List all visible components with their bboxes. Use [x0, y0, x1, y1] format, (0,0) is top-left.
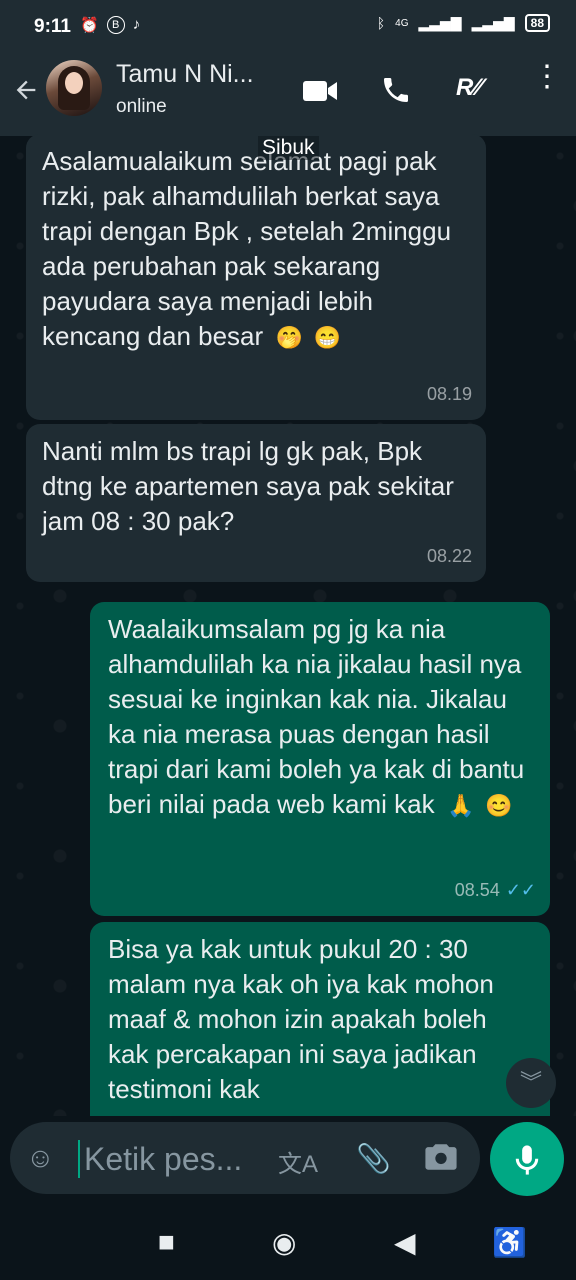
status-system-icons: ᛒ 4G ▂▃▅▇ ▂▃▅▇ 88 — [377, 14, 550, 32]
translate-icon[interactable]: 文A — [278, 1144, 318, 1179]
contact-status: online — [116, 96, 167, 117]
signal-icon: ▂▃▅▇ — [418, 14, 462, 31]
message-time: 08.54 — [454, 880, 500, 900]
message-time-status: 08.54 ✓✓ — [455, 873, 536, 908]
chevron-down-icon: ︾ — [519, 1070, 542, 1095]
contact-name[interactable]: Tamu N Ni... — [116, 60, 254, 89]
back-triangle-icon[interactable]: ◀ — [394, 1226, 416, 1259]
attach-icon[interactable]: 📎 — [356, 1142, 391, 1175]
video-call-icon[interactable] — [302, 78, 338, 109]
scroll-to-bottom-button[interactable]: ︾ — [506, 1058, 556, 1108]
message-time: 08.22 — [426, 546, 472, 566]
battery-icon: 88 — [524, 14, 550, 32]
emoji-icon[interactable]: ☺ — [26, 1142, 55, 1174]
message-text: Asalamualaikum selamat pagi pak rizki, p… — [42, 146, 452, 351]
status-notification-icons: ⏰ B ♪ — [80, 16, 140, 34]
message-text: Nanti mlm bs trapi lg gk pak, Bpk dtng k… — [42, 436, 454, 536]
read-tick-icon: ✓✓ — [505, 880, 536, 900]
camera-icon[interactable] — [424, 1142, 458, 1179]
status-bar: 9:11 ⏰ B ♪ ᛒ 4G ▂▃▅▇ ▂▃▅▇ 88 — [0, 0, 576, 56]
face-hand-over-mouth-emoji-icon: 🤭 — [275, 325, 304, 351]
system-navigation-bar: ■ ◉ ◀ ♿ — [0, 1204, 576, 1280]
signal-label: 4G — [395, 17, 409, 29]
tiktok-icon: ♪ — [132, 16, 141, 33]
signal-icon-2: ▂▃▅▇ — [471, 14, 515, 31]
message-bubble-outgoing[interactable]: Bisa ya kak untuk pukul 20 : 30 malam ny… — [90, 922, 550, 1116]
voice-call-icon[interactable] — [380, 74, 412, 111]
accessibility-icon[interactable]: ♿ — [492, 1226, 527, 1259]
alarm-icon: ⏰ — [80, 17, 99, 34]
message-input[interactable]: Ketik pes... — [78, 1140, 242, 1178]
folded-hands-emoji-icon: 🙏 — [447, 793, 475, 819]
status-time: 9:11 — [34, 16, 71, 37]
message-text: Bisa ya kak untuk pukul 20 : 30 malam ny… — [108, 934, 494, 1104]
b-badge-icon: B — [106, 16, 125, 34]
message-bubble-incoming[interactable]: Nanti mlm bs trapi lg gk pak, Bpk dtng k… — [26, 424, 486, 582]
message-time: 08.19 — [426, 384, 472, 404]
chat-header: Tamu N Ni... online R⁄⁄ ⋮ — [0, 56, 576, 136]
grinning-face-emoji-icon: 😁 — [313, 325, 342, 351]
message-input-bar: ☺ Ketik pes... 文A 📎 — [10, 1122, 480, 1194]
avatar-face — [65, 72, 83, 94]
contact-avatar[interactable] — [46, 60, 102, 116]
bluetooth-icon: ᛒ — [376, 15, 386, 31]
microphone-button[interactable] — [490, 1122, 564, 1196]
signature-icon[interactable]: R⁄⁄ — [456, 74, 481, 102]
back-arrow-icon[interactable] — [12, 76, 40, 112]
more-options-icon[interactable]: ⋮ — [532, 62, 562, 92]
sibuk-label: Sibuk — [258, 136, 319, 160]
smiling-face-emoji-icon: 😊 — [485, 793, 513, 819]
home-circle-icon[interactable]: ◉ — [272, 1226, 296, 1259]
message-bubble-incoming[interactable]: Asalamualaikum selamat pagi pak rizki, p… — [26, 134, 486, 420]
message-bubble-outgoing[interactable]: Waalaikumsalam pg jg ka nia alhamdulilah… — [90, 602, 550, 916]
microphone-icon — [512, 1142, 542, 1175]
recents-square-icon[interactable]: ■ — [158, 1226, 175, 1258]
